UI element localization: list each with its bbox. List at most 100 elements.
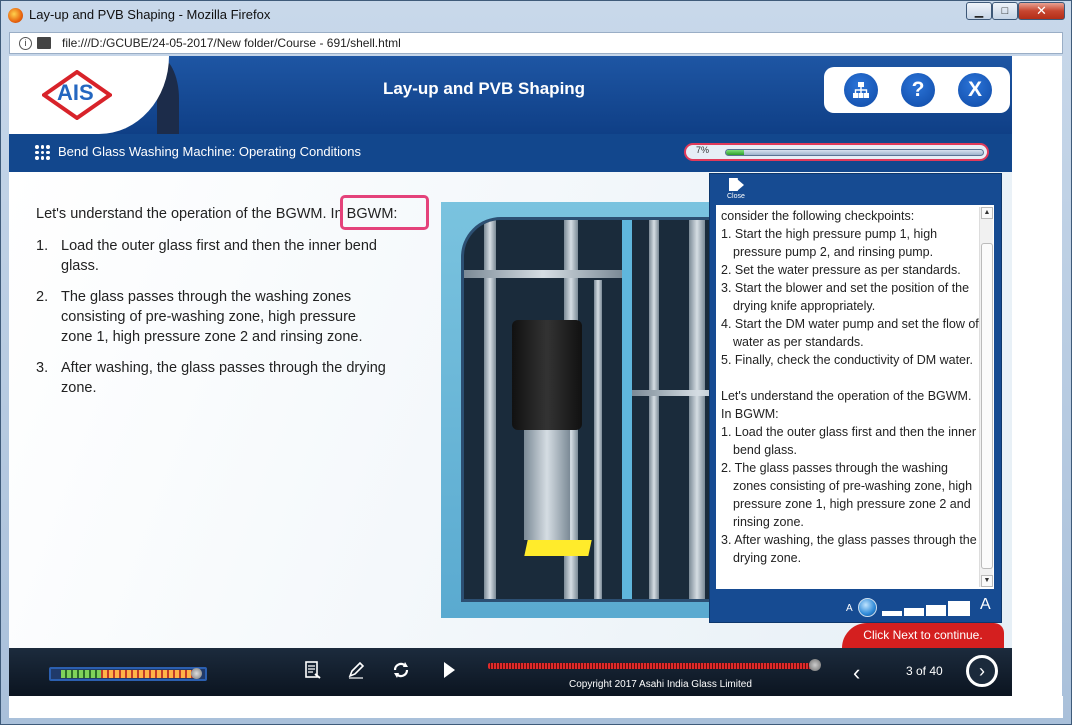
scroll-down-icon[interactable]: ▼ xyxy=(981,575,993,587)
transcript-line: 5. Finally, check the conductivity of DM… xyxy=(721,353,973,367)
font-step[interactable] xyxy=(948,601,970,616)
maximize-icon: □ xyxy=(1001,5,1009,17)
course-header: AIS Lay-up and PVB Shaping ? X xyxy=(9,56,1012,134)
info-icon[interactable]: i xyxy=(19,37,32,50)
logo-area: AIS xyxy=(9,56,169,134)
panel-close-button[interactable]: Close xyxy=(727,178,747,202)
pump-body xyxy=(524,430,570,540)
minimize-button[interactable]: ▁ xyxy=(966,2,992,20)
help-button[interactable]: ? xyxy=(901,73,935,107)
font-large-label: A xyxy=(980,596,991,613)
seek-knob[interactable] xyxy=(809,659,821,671)
browser-window: Lay-up and PVB Shaping - Mozilla Firefox… xyxy=(0,0,1072,725)
yellow-plate xyxy=(524,540,592,556)
transcript-line: 2. Set the water pressure as per standar… xyxy=(721,263,961,277)
sitemap-button[interactable] xyxy=(844,73,878,107)
firefox-icon xyxy=(8,8,23,23)
progress-label: 7% xyxy=(696,145,710,155)
transcript-line: 3. Start the blower and set the position… xyxy=(721,281,970,313)
topic-bar: Bend Glass Washing Machine: Operating Co… xyxy=(9,134,1012,172)
pump-motor xyxy=(512,320,582,430)
next-hint: Click Next to continue. xyxy=(842,623,1004,648)
step-number: 2. xyxy=(36,289,49,305)
grid-icon xyxy=(35,145,50,160)
page-counter: 3 of 40 xyxy=(906,664,943,678)
scroll-thumb[interactable] xyxy=(981,243,993,569)
course-player: AIS Lay-up and PVB Shaping ? X Bend Glas… xyxy=(9,56,1012,696)
player-controls: Copyright 2017 Asahi India Glass Limited… xyxy=(9,648,1012,696)
volume-knob[interactable] xyxy=(191,668,202,679)
transcript-line: consider the following checkpoints: xyxy=(721,209,915,223)
notes-icon xyxy=(305,661,321,679)
transcript-content: consider the following checkpoints: 1. S… xyxy=(721,207,979,567)
url-bar[interactable]: i file:///D:/GCUBE/24-05-2017/New folder… xyxy=(9,32,1063,54)
step-number: 1. xyxy=(36,238,49,254)
page-margin xyxy=(1012,56,1062,696)
volume-slider[interactable] xyxy=(49,667,207,681)
intro-text: Let's understand the operation of the BG… xyxy=(36,206,327,222)
progress-track xyxy=(725,149,984,156)
replay-icon xyxy=(393,662,409,678)
close-window-button[interactable]: ✕ xyxy=(1018,2,1065,20)
minimize-icon: ▁ xyxy=(974,5,984,18)
photo-divider xyxy=(622,220,632,599)
copyright-text: Copyright 2017 Asahi India Glass Limited xyxy=(569,679,752,690)
ais-logo: AIS xyxy=(57,80,94,105)
pipe xyxy=(689,220,705,599)
exit-button[interactable]: X xyxy=(958,73,992,107)
highlight-box xyxy=(340,195,429,230)
window-title: Lay-up and PVB Shaping - Mozilla Firefox xyxy=(29,7,271,22)
step-text: The glass passes through the washing zon… xyxy=(61,289,363,345)
play-button[interactable] xyxy=(437,660,461,684)
previous-button[interactable]: ‹ xyxy=(853,660,860,686)
pencil-icon xyxy=(348,661,365,679)
notes-button[interactable] xyxy=(301,660,325,684)
steps-list: 1. Load the outer glass first and then th… xyxy=(36,236,386,409)
page-icon xyxy=(37,37,51,49)
transcript-line: 2. The glass passes through the washing … xyxy=(721,461,973,529)
edit-button[interactable] xyxy=(344,660,368,684)
list-item: 3. After washing, the glass passes throug… xyxy=(36,358,386,398)
pipe xyxy=(464,270,622,278)
seek-bar[interactable] xyxy=(488,659,821,671)
progress-fill xyxy=(726,150,744,155)
status-bar xyxy=(9,696,1063,718)
transcript-text[interactable]: consider the following checkpoints: 1. S… xyxy=(716,205,994,589)
exit-icon: X xyxy=(967,78,982,101)
transcript-line: 3. After washing, the glass passes throu… xyxy=(721,533,977,565)
volume-level-low xyxy=(61,670,101,678)
transcript-line: 1. Start the high pressure pump 1, high … xyxy=(721,227,938,259)
step-text: After washing, the glass passes through … xyxy=(61,360,386,396)
help-icon: ? xyxy=(911,78,925,101)
transcript-line: 1. Load the outer glass first and then t… xyxy=(721,425,977,457)
close-icon: ✕ xyxy=(1036,3,1047,18)
course-title: Lay-up and PVB Shaping xyxy=(382,79,586,98)
font-size-slider-knob[interactable] xyxy=(858,598,877,617)
list-item: 1. Load the outer glass first and then th… xyxy=(36,236,386,276)
font-step[interactable] xyxy=(904,608,924,616)
next-button[interactable]: › xyxy=(966,655,998,687)
transcript-gap xyxy=(721,369,979,387)
transcript-scrollbar[interactable]: ▲ ▼ xyxy=(979,207,993,587)
scroll-up-icon[interactable]: ▲ xyxy=(981,207,993,219)
sitemap-icon xyxy=(853,82,869,98)
course-progress: 7% xyxy=(684,143,989,161)
transcript-panel: Close consider the following checkpoints… xyxy=(709,173,1002,623)
transcript-line: 4. Start the DM water pump and set the f… xyxy=(721,317,979,349)
transcript-line: Let's understand the operation of the BG… xyxy=(721,389,972,421)
list-item: 2. The glass passes through the washing z… xyxy=(36,287,386,347)
replay-button[interactable] xyxy=(389,660,413,684)
font-step[interactable] xyxy=(882,611,902,616)
font-small-label: A xyxy=(846,603,853,614)
step-number: 3. xyxy=(36,360,49,376)
arrow-right-icon xyxy=(737,179,744,191)
maximize-button[interactable]: □ xyxy=(992,2,1018,20)
step-text: Load the outer glass first and then the … xyxy=(61,238,377,274)
chevron-left-icon: ‹ xyxy=(853,660,861,685)
font-step[interactable] xyxy=(926,605,946,616)
url-text[interactable]: file:///D:/GCUBE/24-05-2017/New folder/C… xyxy=(62,36,401,50)
pipe xyxy=(594,280,602,599)
header-buttons: ? X xyxy=(824,67,1010,113)
close-label: Close xyxy=(727,193,745,200)
chevron-right-icon: › xyxy=(979,661,985,681)
